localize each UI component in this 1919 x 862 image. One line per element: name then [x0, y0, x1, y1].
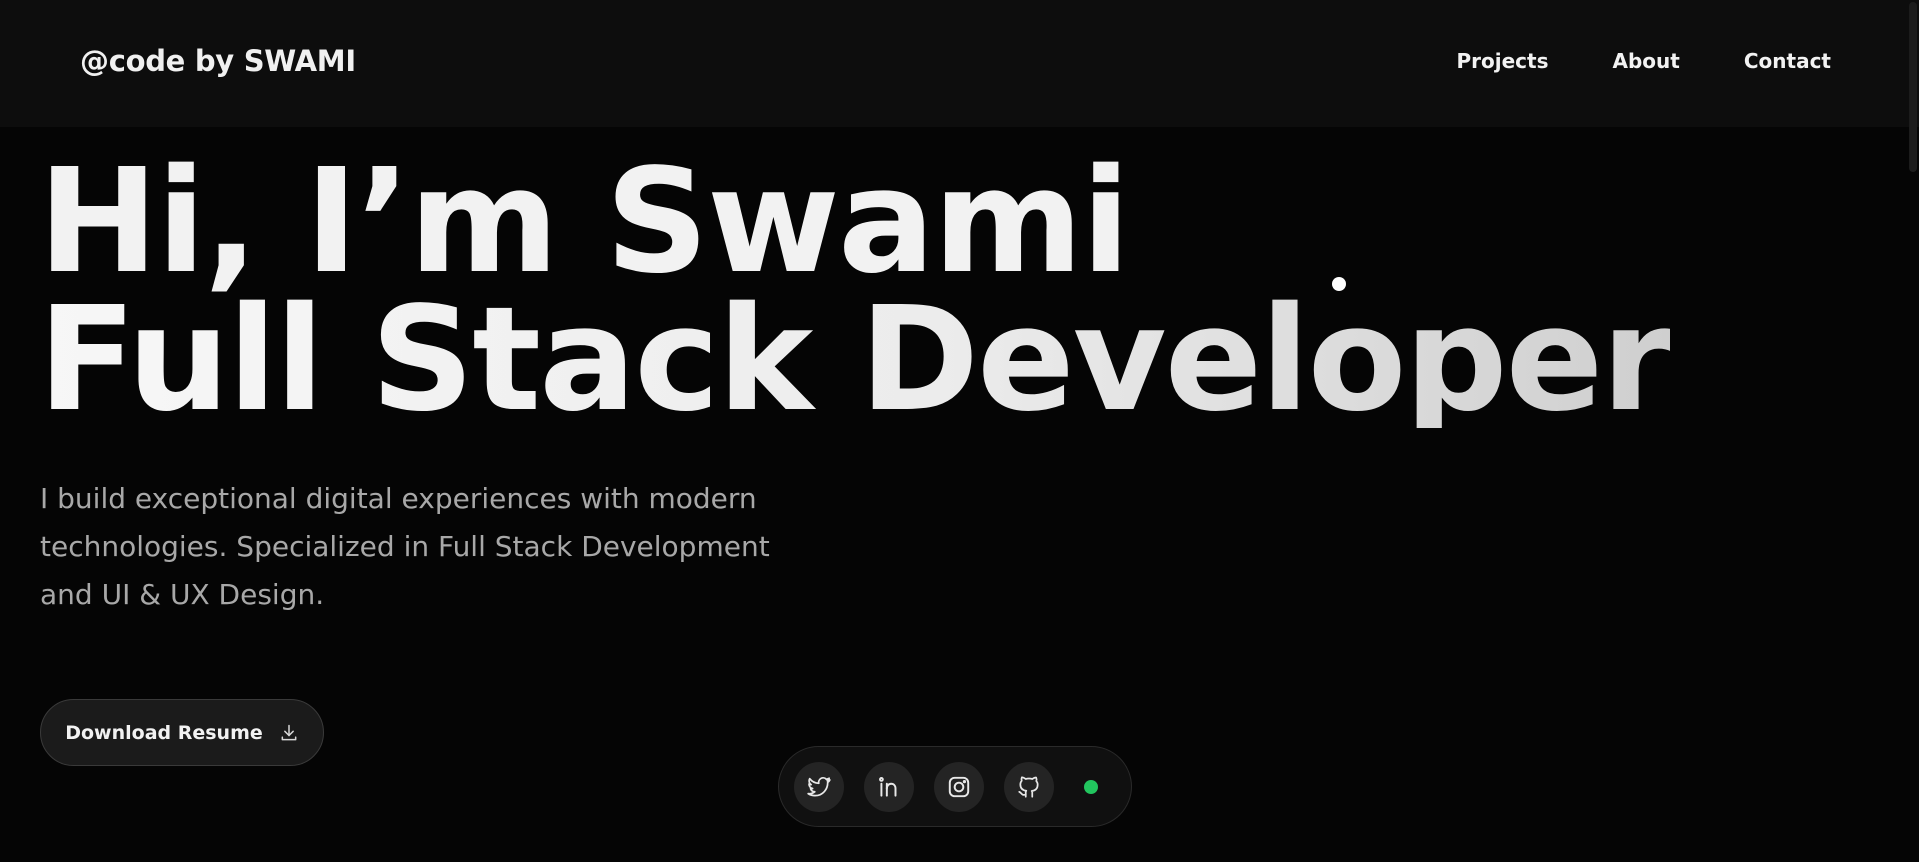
custom-cursor-dot — [1332, 277, 1346, 291]
nav-links: Projects About Contact — [1457, 49, 1832, 73]
nav-link-about[interactable]: About — [1613, 49, 1680, 73]
instagram-icon — [948, 776, 970, 797]
linkedin-icon — [879, 776, 897, 797]
hero-headline: Hi, I’m Swami Full Stack Developer — [38, 137, 1672, 443]
hero-headline-line2: Full Stack Developer — [38, 275, 1672, 443]
download-icon — [281, 724, 297, 740]
online-status-dot — [1084, 779, 1098, 794]
scrollbar-thumb[interactable] — [1909, 2, 1917, 172]
navbar: @code by SWAMI Projects About Contact — [0, 0, 1919, 127]
github-icon — [1018, 775, 1039, 798]
download-resume-label: Download Resume — [65, 721, 263, 744]
twitter-button[interactable] — [794, 761, 844, 812]
twitter-icon — [807, 776, 831, 797]
hero-headline-line1: Hi, I’m Swami — [38, 137, 1131, 305]
instagram-button[interactable] — [934, 761, 984, 812]
hero-intro: I build exceptional digital experiences … — [40, 482, 770, 611]
brand-logo[interactable]: @code by SWAMI — [80, 44, 356, 78]
linkedin-button[interactable] — [864, 761, 914, 812]
nav-link-contact[interactable]: Contact — [1744, 49, 1831, 73]
page: @code by SWAMI Projects About Contact Hi… — [0, 0, 1919, 862]
download-resume-button[interactable]: Download Resume — [40, 699, 324, 766]
github-button[interactable] — [1004, 761, 1054, 812]
social-dock — [778, 746, 1132, 827]
nav-link-projects[interactable]: Projects — [1457, 49, 1549, 73]
